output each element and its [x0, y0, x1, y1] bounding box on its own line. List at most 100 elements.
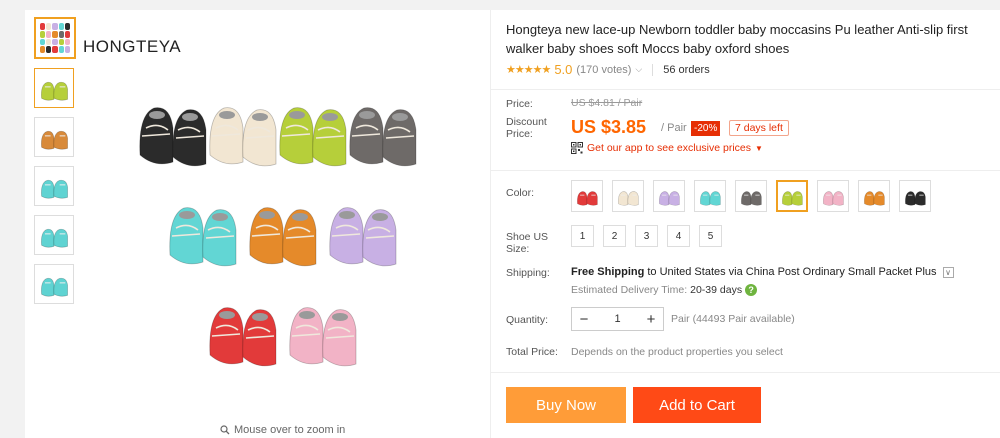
color-swatch[interactable] [776, 180, 808, 212]
votes-count[interactable]: (170 votes) [576, 64, 631, 76]
shoe-pair [209, 107, 277, 167]
logo-tile [52, 38, 58, 46]
discount-price-label: Discount Price: [506, 116, 547, 140]
shoe-icon [577, 191, 598, 206]
divider [491, 372, 1000, 373]
size-label: Shoe US Size: [506, 231, 548, 255]
gallery-thumbnail[interactable] [34, 166, 74, 206]
size-option[interactable]: 4 [667, 225, 690, 247]
gallery-thumbnail[interactable] [34, 215, 74, 255]
divider [491, 170, 1000, 171]
main-product-image[interactable] [125, 60, 435, 370]
price-label: Price: [506, 98, 533, 110]
shoe-icon [864, 191, 885, 206]
rating-row: ★★★★★ 5.0 (170 votes) ⌵ 56 orders [506, 62, 710, 77]
color-swatch[interactable] [817, 180, 849, 212]
buy-now-button[interactable]: Buy Now [506, 387, 626, 423]
store-logo[interactable] [34, 17, 76, 59]
orders-count: 56 orders [663, 63, 710, 76]
logo-tile [58, 30, 64, 38]
shoe-icon [700, 191, 721, 206]
logo-tile [46, 46, 52, 53]
color-swatch[interactable] [899, 180, 931, 212]
product-page: HONGTEYA Mouse over to zoom in Hongteya … [0, 0, 1000, 438]
shoe-icon [782, 191, 803, 206]
add-to-cart-button[interactable]: Add to Cart [633, 387, 761, 423]
store-name[interactable]: HONGTEYA [83, 37, 181, 57]
logo-tile [46, 23, 52, 30]
product-title: Hongteya new lace-up Newborn toddler bab… [506, 22, 968, 56]
price-unit: / Pair [661, 122, 687, 134]
qr-code-icon [571, 142, 583, 154]
shoe-pair [279, 107, 347, 167]
discount-price-label-line2: Price: [506, 128, 533, 140]
eta-label: Estimated Delivery Time: [571, 284, 688, 296]
logo-tile [46, 38, 52, 46]
free-shipping-text: Free Shipping [571, 266, 645, 278]
gallery-thumbnail[interactable] [34, 68, 74, 108]
help-icon[interactable]: ? [745, 284, 758, 296]
size-option[interactable]: 5 [699, 225, 722, 247]
shoe-icon [41, 179, 68, 199]
quantity-stepper: − 1 + [571, 307, 664, 331]
size-option[interactable]: 3 [635, 225, 658, 247]
magnifier-icon [220, 425, 230, 435]
color-swatch[interactable] [694, 180, 726, 212]
color-swatch[interactable] [858, 180, 890, 212]
zoom-hint-text: Mouse over to zoom in [234, 424, 346, 436]
color-swatch[interactable] [571, 180, 603, 212]
app-promo-link[interactable]: Get our app to see exclusive prices ▼ [571, 142, 763, 154]
shipping-method: to United States via China Post Ordinary… [647, 266, 937, 278]
shoe-pair [139, 107, 207, 167]
total-price-note: Depends on the product properties you se… [571, 346, 783, 358]
increase-quantity-button[interactable]: + [639, 311, 663, 328]
chevron-down-icon[interactable]: ⌵ [635, 64, 642, 75]
color-label: Color: [506, 187, 535, 199]
quantity-input[interactable]: 1 [614, 313, 620, 325]
chevron-down-icon[interactable]: ∨ [942, 266, 954, 278]
color-swatch[interactable] [735, 180, 767, 212]
rating-value: 5.0 [554, 62, 573, 77]
color-swatch[interactable] [653, 180, 685, 212]
shoe-icon [905, 191, 926, 206]
product-gallery: HONGTEYA Mouse over to zoom in [25, 10, 490, 438]
color-swatch[interactable] [612, 180, 644, 212]
size-option[interactable]: 2 [603, 225, 626, 247]
eta-days: 20-39 days [690, 284, 743, 296]
rating-stars-icon: ★★★★★ [506, 64, 551, 76]
shoe-pair [209, 307, 277, 367]
size-options: 12345 [571, 225, 722, 247]
shipping-info: Free Shipping to United States via China… [571, 266, 954, 278]
discount-badge: -20% [691, 121, 721, 136]
size-option[interactable]: 1 [571, 225, 594, 247]
logo-tile [40, 23, 46, 30]
decrease-quantity-button[interactable]: − [572, 311, 596, 328]
shoe-pair [289, 307, 357, 367]
shoe-icon [41, 277, 68, 297]
days-left-badge: 7 days left [729, 120, 789, 136]
logo-tile [64, 23, 70, 30]
shoe-icon [41, 228, 68, 248]
gallery-thumbnail[interactable] [34, 264, 74, 304]
logo-tile [58, 46, 64, 53]
shoe-icon [823, 191, 844, 206]
app-promo-text[interactable]: Get our app to see exclusive prices [587, 142, 751, 154]
availability-text: Pair (44493 Pair available) [671, 313, 795, 325]
shoe-icon [41, 81, 68, 101]
shoe-pair [349, 107, 417, 167]
product-info: Hongteya new lace-up Newborn toddler bab… [490, 10, 1000, 438]
shoe-icon [659, 191, 680, 206]
shoe-icon [41, 130, 68, 150]
size-label-line1: Shoe US [506, 231, 549, 243]
logo-tile [40, 38, 46, 46]
logo-tile [64, 30, 70, 38]
color-swatches [571, 180, 931, 212]
logo-tile [40, 46, 46, 53]
zoom-hint: Mouse over to zoom in [220, 424, 345, 436]
caret-down-icon[interactable]: ▼ [755, 144, 763, 153]
current-price: US $3.85 [571, 117, 647, 137]
logo-tile [58, 38, 64, 46]
logo-tile [52, 30, 58, 38]
gallery-thumbnail[interactable] [34, 117, 74, 157]
logo-tile [52, 46, 58, 53]
